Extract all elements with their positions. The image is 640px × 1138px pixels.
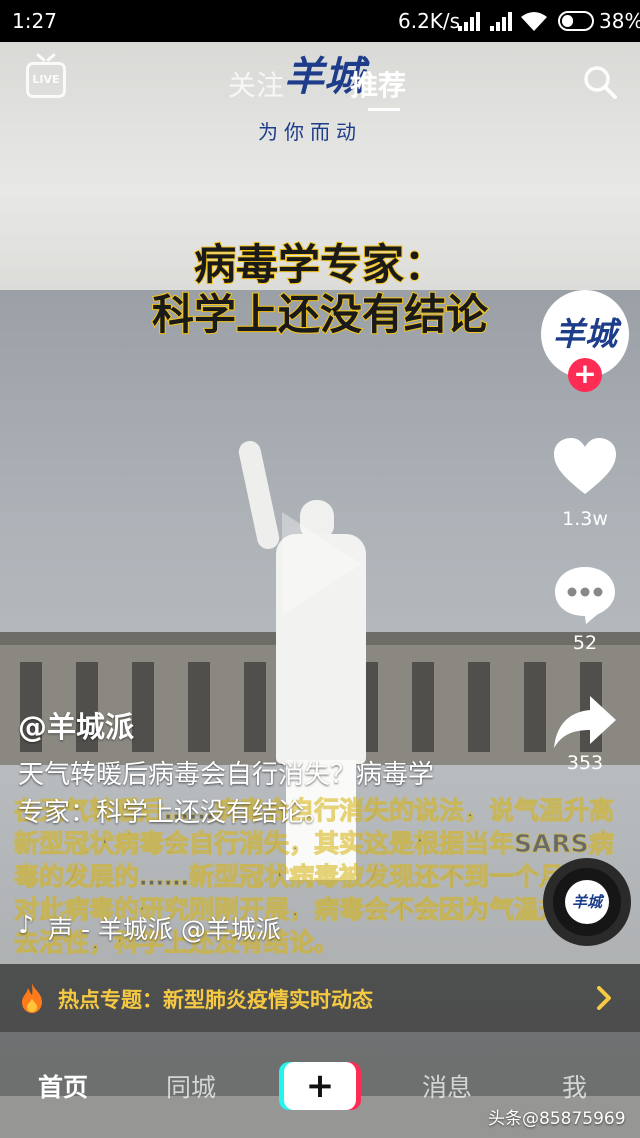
network-speed: 6.2K/s	[398, 9, 461, 33]
wifi-icon	[521, 12, 547, 31]
music-disc-cover: 羊城	[565, 880, 609, 924]
search-icon[interactable]	[582, 64, 618, 100]
hot-topic-bar[interactable]: 热点专题：新型肺炎疫情实时动态	[0, 964, 640, 1032]
tab-follow[interactable]: 关注	[228, 64, 284, 104]
music-note-icon: ♪	[18, 910, 34, 939]
nav-home[interactable]: 首页	[38, 1068, 88, 1104]
share-icon[interactable]	[552, 694, 618, 750]
hot-topic-text: 热点专题：新型肺炎疫情实时动态	[58, 988, 373, 1012]
nav-me[interactable]: 我	[562, 1068, 587, 1104]
battery-percent: 38%	[599, 9, 640, 33]
share-count: 353	[566, 752, 604, 774]
headline-line-1: 病毒学专家：	[193, 239, 447, 290]
play-icon	[282, 512, 362, 616]
chevron-right-icon	[597, 986, 611, 1010]
live-icon[interactable]: LIVE	[26, 62, 66, 98]
nav-nearby[interactable]: 同城	[166, 1068, 216, 1104]
comment-count: 52	[572, 632, 598, 654]
tab-recommend[interactable]: 推荐	[350, 64, 406, 104]
flame-icon	[22, 983, 42, 1013]
music-title: 声 - 羊城派 @羊城派	[48, 915, 281, 944]
heart-icon[interactable]	[552, 436, 618, 496]
brand-slogan: 为你而动	[258, 120, 362, 144]
signal-hd-icon	[490, 11, 514, 31]
author-name[interactable]: @羊城派	[18, 704, 134, 746]
music-info[interactable]: ♪ 声 - 羊城派 @羊城派	[18, 910, 362, 946]
music-disc[interactable]: 羊城	[543, 858, 631, 946]
like-count: 1.3w	[562, 508, 608, 530]
nav-messages[interactable]: 消息	[422, 1068, 472, 1104]
publish-button[interactable]: +	[284, 1062, 356, 1110]
tab-indicator	[368, 108, 400, 111]
status-bar: 1:27 6.2K/s 38%	[0, 0, 640, 42]
watermark: 头条@85875969	[488, 1109, 626, 1129]
status-time: 1:27	[12, 9, 57, 33]
comment-icon[interactable]	[552, 564, 618, 626]
signal-icon	[458, 11, 482, 31]
post-description: 天气转暖后病毒会自行消失？病毒学专家：科学上还没有结论。	[18, 760, 435, 828]
follow-button[interactable]: +	[568, 358, 602, 392]
battery-icon	[558, 11, 594, 31]
